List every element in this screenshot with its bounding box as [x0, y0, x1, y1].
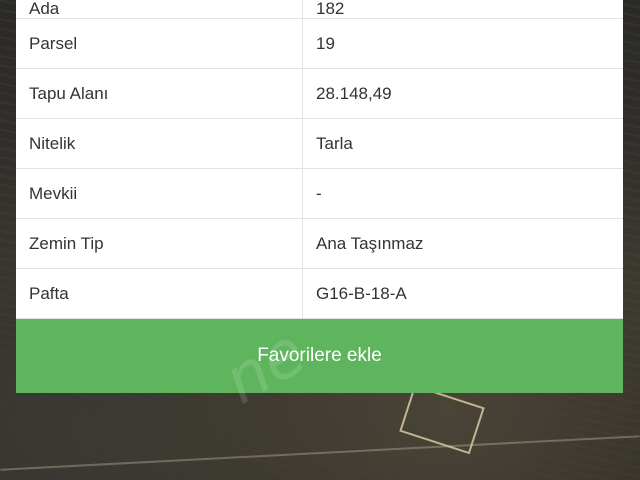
- table-row: Mevkii -: [16, 168, 623, 219]
- row-label-tapu-alani: Tapu Alanı: [16, 68, 303, 119]
- row-label-parsel: Parsel: [16, 18, 303, 69]
- table-row: Ada 182: [16, 0, 623, 19]
- row-label-zemin-tip: Zemin Tip: [16, 218, 303, 269]
- row-label-mevkii: Mevkii: [16, 168, 303, 219]
- row-value-nitelik: Tarla: [302, 118, 623, 169]
- parcel-info-card: Ada 182 Parsel 19 Tapu Alanı 28.148,49 N…: [16, 0, 623, 393]
- row-label-pafta: Pafta: [16, 268, 303, 319]
- row-label-nitelik: Nitelik: [16, 118, 303, 169]
- parcel-info-table: Ada 182 Parsel 19 Tapu Alanı 28.148,49 N…: [16, 0, 623, 319]
- row-value-mevkii: -: [302, 168, 623, 219]
- row-label-ada: Ada: [16, 0, 303, 19]
- table-row: Tapu Alanı 28.148,49: [16, 68, 623, 119]
- table-row: Pafta G16-B-18-A: [16, 268, 623, 319]
- add-to-favorites-button[interactable]: Favorilere ekle: [16, 319, 623, 393]
- table-row: Nitelik Tarla: [16, 118, 623, 169]
- table-row: Parsel 19: [16, 18, 623, 69]
- row-value-tapu-alani: 28.148,49: [302, 68, 623, 119]
- row-value-zemin-tip: Ana Taşınmaz: [302, 218, 623, 269]
- row-value-parsel: 19: [302, 18, 623, 69]
- row-value-ada: 182: [302, 0, 623, 19]
- table-row: Zemin Tip Ana Taşınmaz: [16, 218, 623, 269]
- row-value-pafta: G16-B-18-A: [302, 268, 623, 319]
